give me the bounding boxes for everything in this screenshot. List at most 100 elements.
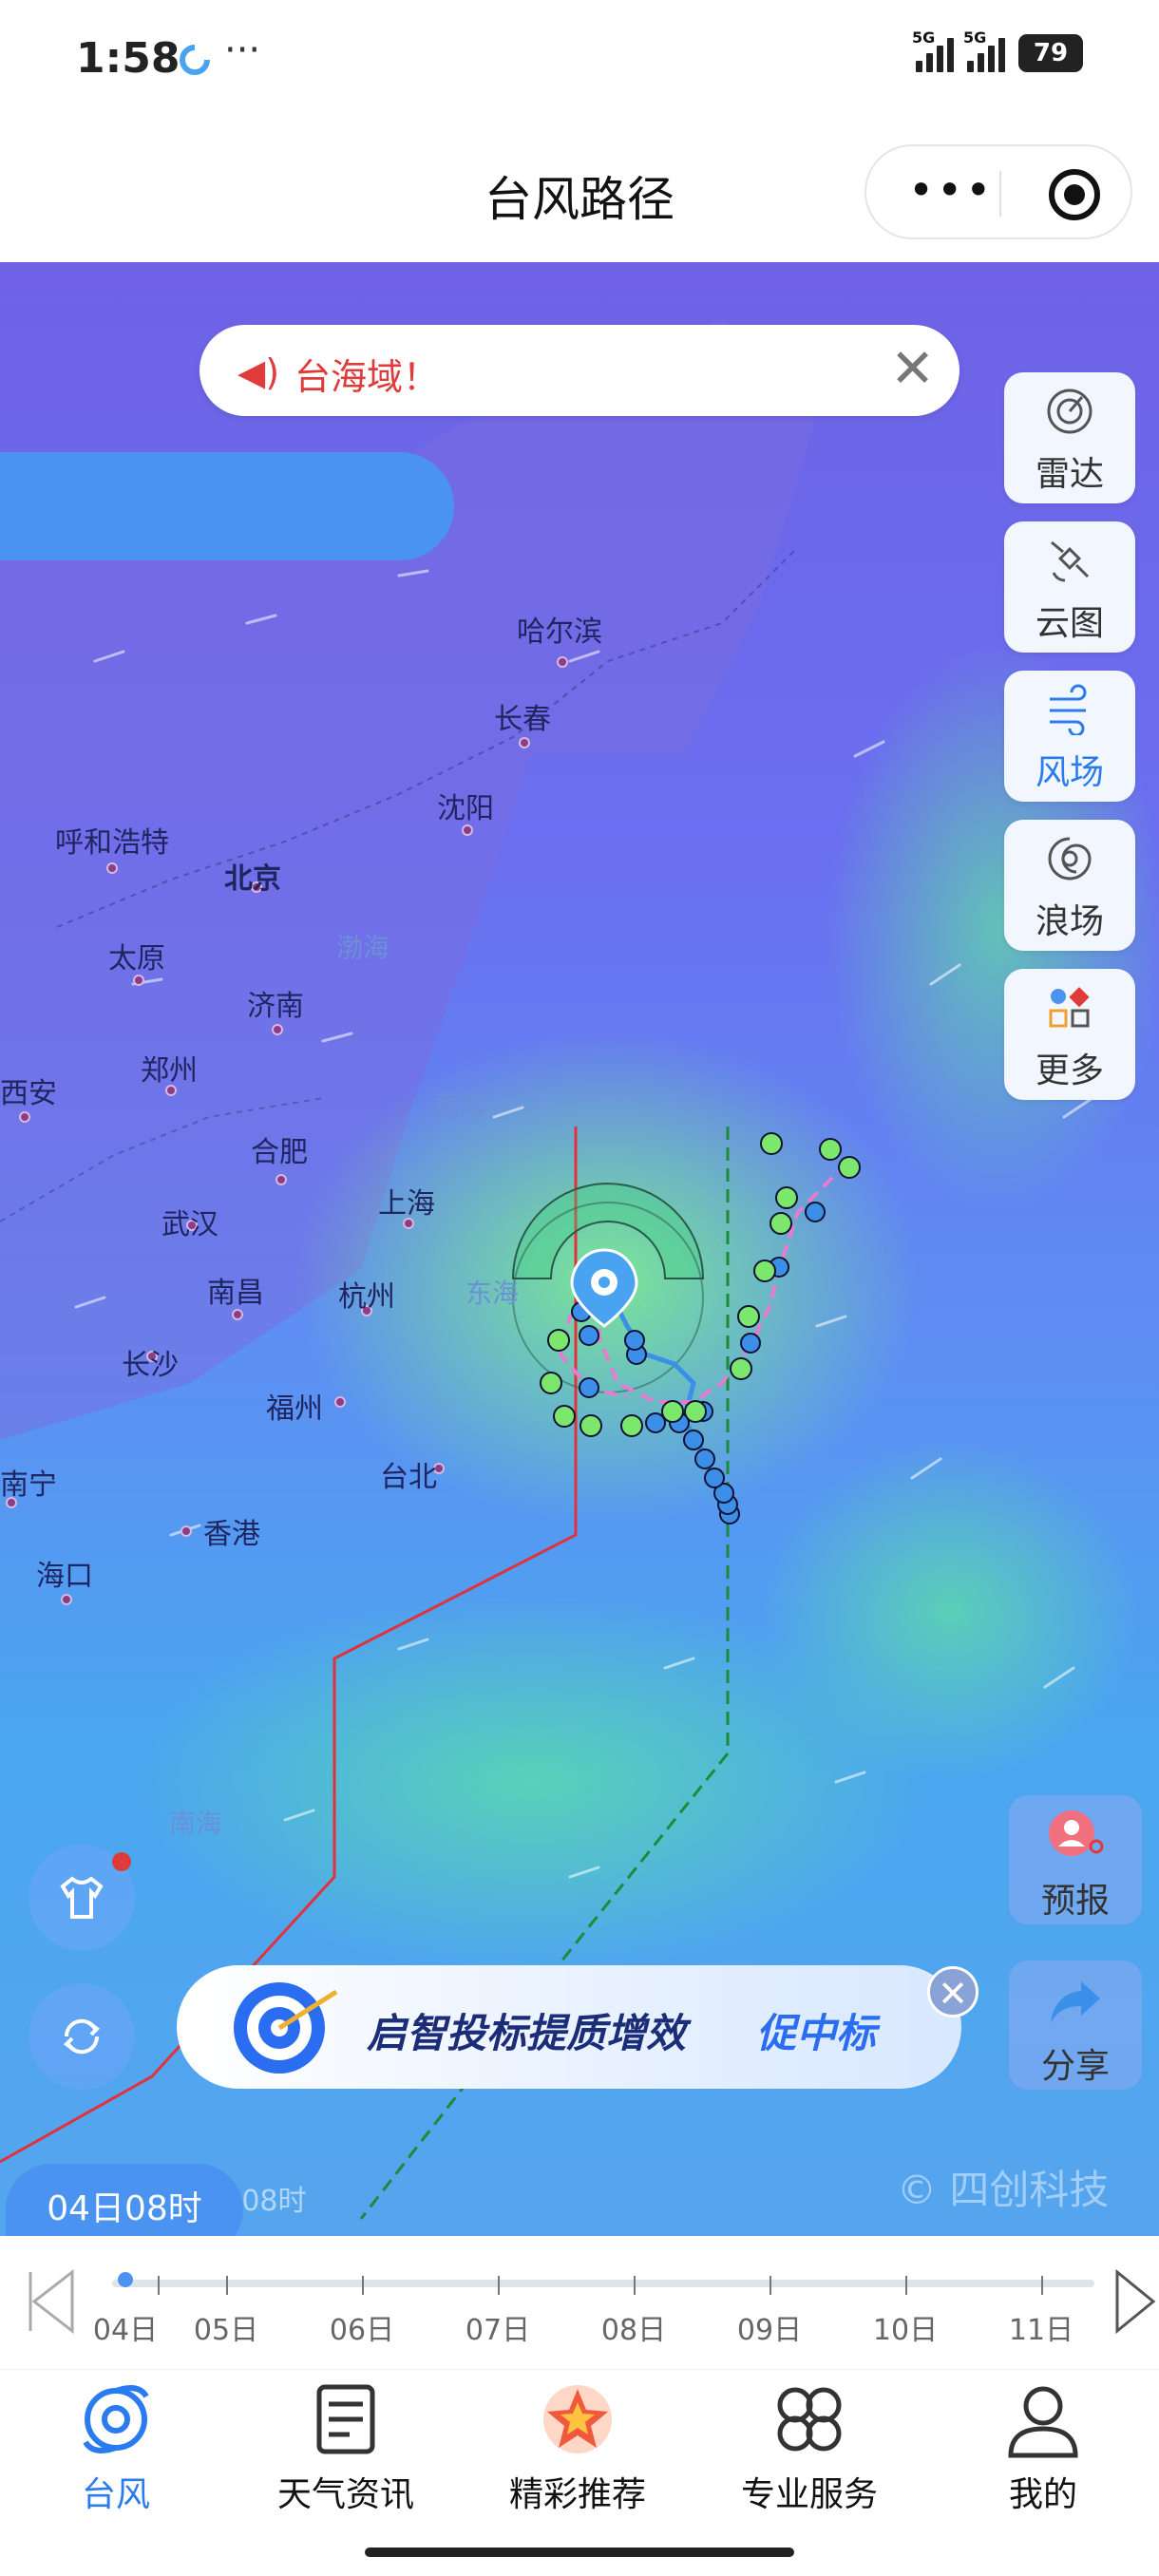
app-activity-icon <box>180 45 210 75</box>
typhoon-info-panel[interactable] <box>0 452 454 560</box>
city-label: 哈尔滨 <box>517 616 602 649</box>
refresh-icon <box>63 2018 101 2055</box>
radar-button[interactable]: 雷达 <box>1004 372 1135 503</box>
nav-typhoon[interactable]: 台风 <box>11 2379 220 2516</box>
city-marker <box>276 1174 287 1185</box>
city-label: 香港 <box>203 1518 260 1551</box>
status-time: 1:58 <box>76 34 180 83</box>
time-slider[interactable]: 04日 05日 06日 07日 08日 09日 10日 11日 <box>0 2236 1159 2369</box>
wind-field-label: 风场 <box>1035 753 1104 792</box>
timeline-day[interactable]: 05日 <box>179 2306 274 2348</box>
share-button[interactable]: 分享 <box>1009 1960 1142 2090</box>
timeline-tick <box>634 2276 636 2295</box>
timeline-day[interactable]: 09日 <box>722 2306 817 2348</box>
city-marker <box>106 862 118 874</box>
timeline-day[interactable]: 06日 <box>314 2306 409 2348</box>
city-label: 济南 <box>247 990 304 1023</box>
wind-field-button[interactable]: 风场 <box>1004 671 1135 802</box>
city-marker <box>61 1594 72 1605</box>
nav-profile[interactable]: 我的 <box>939 2379 1148 2516</box>
notification-dot <box>112 1852 131 1871</box>
typhoon-icon <box>83 2385 149 2453</box>
nav-pro-services[interactable]: 专业服务 <box>705 2379 914 2516</box>
bottom-nav: 台风 天气资讯 精彩推荐 专业服务 我的 <box>0 2369 1159 2530</box>
network-type: 5G <box>963 28 987 47</box>
status-icons: 5G 5G 79 <box>912 28 1083 72</box>
timeline-day[interactable]: 07日 <box>450 2306 545 2348</box>
city-marker <box>557 656 568 668</box>
news-icon <box>316 2384 375 2454</box>
ad-accent-text: 促中标 <box>756 2010 877 2056</box>
timeline-track[interactable] <box>112 2280 1094 2287</box>
satellite-icon <box>1051 540 1090 582</box>
city-marker <box>519 737 530 748</box>
timeline-tick <box>362 2276 364 2295</box>
city-label: 杭州 <box>338 1280 395 1314</box>
grid-more-icon <box>1049 987 1090 1028</box>
alert-text: 台海域！ <box>294 356 440 398</box>
city-marker <box>272 1024 283 1035</box>
ad-banner[interactable]: 启智投标提质增效 促中标 <box>177 1965 961 2089</box>
status-bar: 1:58 ··· 5G 5G 79 <box>0 0 1159 123</box>
sea-label: 东海 <box>466 1278 520 1309</box>
wardrobe-button[interactable] <box>28 1845 135 1951</box>
home-indicator[interactable] <box>365 2548 794 2557</box>
timeline-tick <box>1041 2276 1043 2295</box>
timeline-knob[interactable] <box>118 2272 133 2287</box>
timeline-tick <box>498 2276 500 2295</box>
city-label: 太原 <box>108 942 165 975</box>
timeline-day[interactable]: 11日 <box>994 2306 1089 2348</box>
cloud-image-button[interactable]: 云图 <box>1004 521 1135 653</box>
sea-label: 黄海 <box>433 1089 487 1121</box>
city-label: 西安 <box>0 1077 57 1110</box>
wave-field-button[interactable]: 浪场 <box>1004 820 1135 951</box>
nav-recommend[interactable]: 精彩推荐 <box>473 2379 682 2516</box>
city-label: 北京 <box>224 862 281 896</box>
more-tools-label: 更多 <box>1035 1051 1104 1090</box>
city-label: 呼和浩特 <box>55 826 169 860</box>
timeline-day[interactable]: 04日 <box>78 2306 173 2348</box>
timeline-day[interactable]: 10日 <box>858 2306 953 2348</box>
typhoon-alert-banner[interactable]: ◀) 台海域！ ✕ <box>200 325 960 416</box>
typhoon-map[interactable]: 哈尔滨 长春 沈阳 呼和浩特 北京 太原 济南 郑州 西安 合肥 武汉 上海 南… <box>0 262 1159 2236</box>
refresh-button[interactable] <box>28 1983 135 2090</box>
nav-label: 专业服务 <box>740 2475 878 2514</box>
city-label: 海口 <box>36 1560 93 1593</box>
nav-label: 精彩推荐 <box>508 2475 646 2514</box>
city-label: 台北 <box>380 1461 437 1494</box>
close-miniapp-icon[interactable] <box>1049 169 1100 220</box>
close-alert-button[interactable]: ✕ <box>890 338 935 400</box>
cloud-image-label: 云图 <box>1035 604 1104 643</box>
city-marker <box>334 1396 346 1408</box>
star-icon <box>543 2385 612 2453</box>
city-label: 南昌 <box>207 1277 264 1310</box>
copyright-watermark: © 四创科技 <box>897 2167 1110 2213</box>
miniapp-capsule: ••• <box>864 144 1132 239</box>
timeline-day[interactable]: 08日 <box>586 2306 681 2348</box>
forecast-button[interactable]: 预报 <box>1009 1795 1142 1924</box>
city-label: 南宁 <box>0 1468 57 1502</box>
battery-icon: 79 <box>1018 34 1083 72</box>
capsule-divider <box>999 171 1001 217</box>
sea-label: 南海 <box>169 1808 223 1839</box>
more-tools-button[interactable]: 更多 <box>1004 969 1135 1100</box>
services-icon <box>777 2387 842 2452</box>
nav-label: 天气资讯 <box>276 2475 414 2514</box>
nav-weather-news[interactable]: 天气资讯 <box>241 2379 450 2516</box>
city-marker <box>180 1525 192 1537</box>
nav-label: 我的 <box>1008 2475 1077 2514</box>
next-icon[interactable] <box>1112 2268 1159 2335</box>
signal-icon: 5G <box>963 28 1005 72</box>
close-ad-button[interactable]: ✕ <box>927 1966 978 2017</box>
more-menu-button[interactable]: ••• <box>908 168 994 212</box>
city-label: 长春 <box>494 703 551 736</box>
wind-icon <box>1050 684 1087 735</box>
prev-icon[interactable] <box>25 2268 82 2335</box>
city-label: 上海 <box>378 1187 435 1221</box>
share-label: 分享 <box>1040 2047 1110 2086</box>
radar-label: 雷达 <box>1035 455 1104 494</box>
timeline-tick <box>226 2276 228 2295</box>
signal-icon: 5G <box>912 28 954 72</box>
city-label: 沈阳 <box>437 792 494 825</box>
city-label: 长沙 <box>122 1349 179 1382</box>
